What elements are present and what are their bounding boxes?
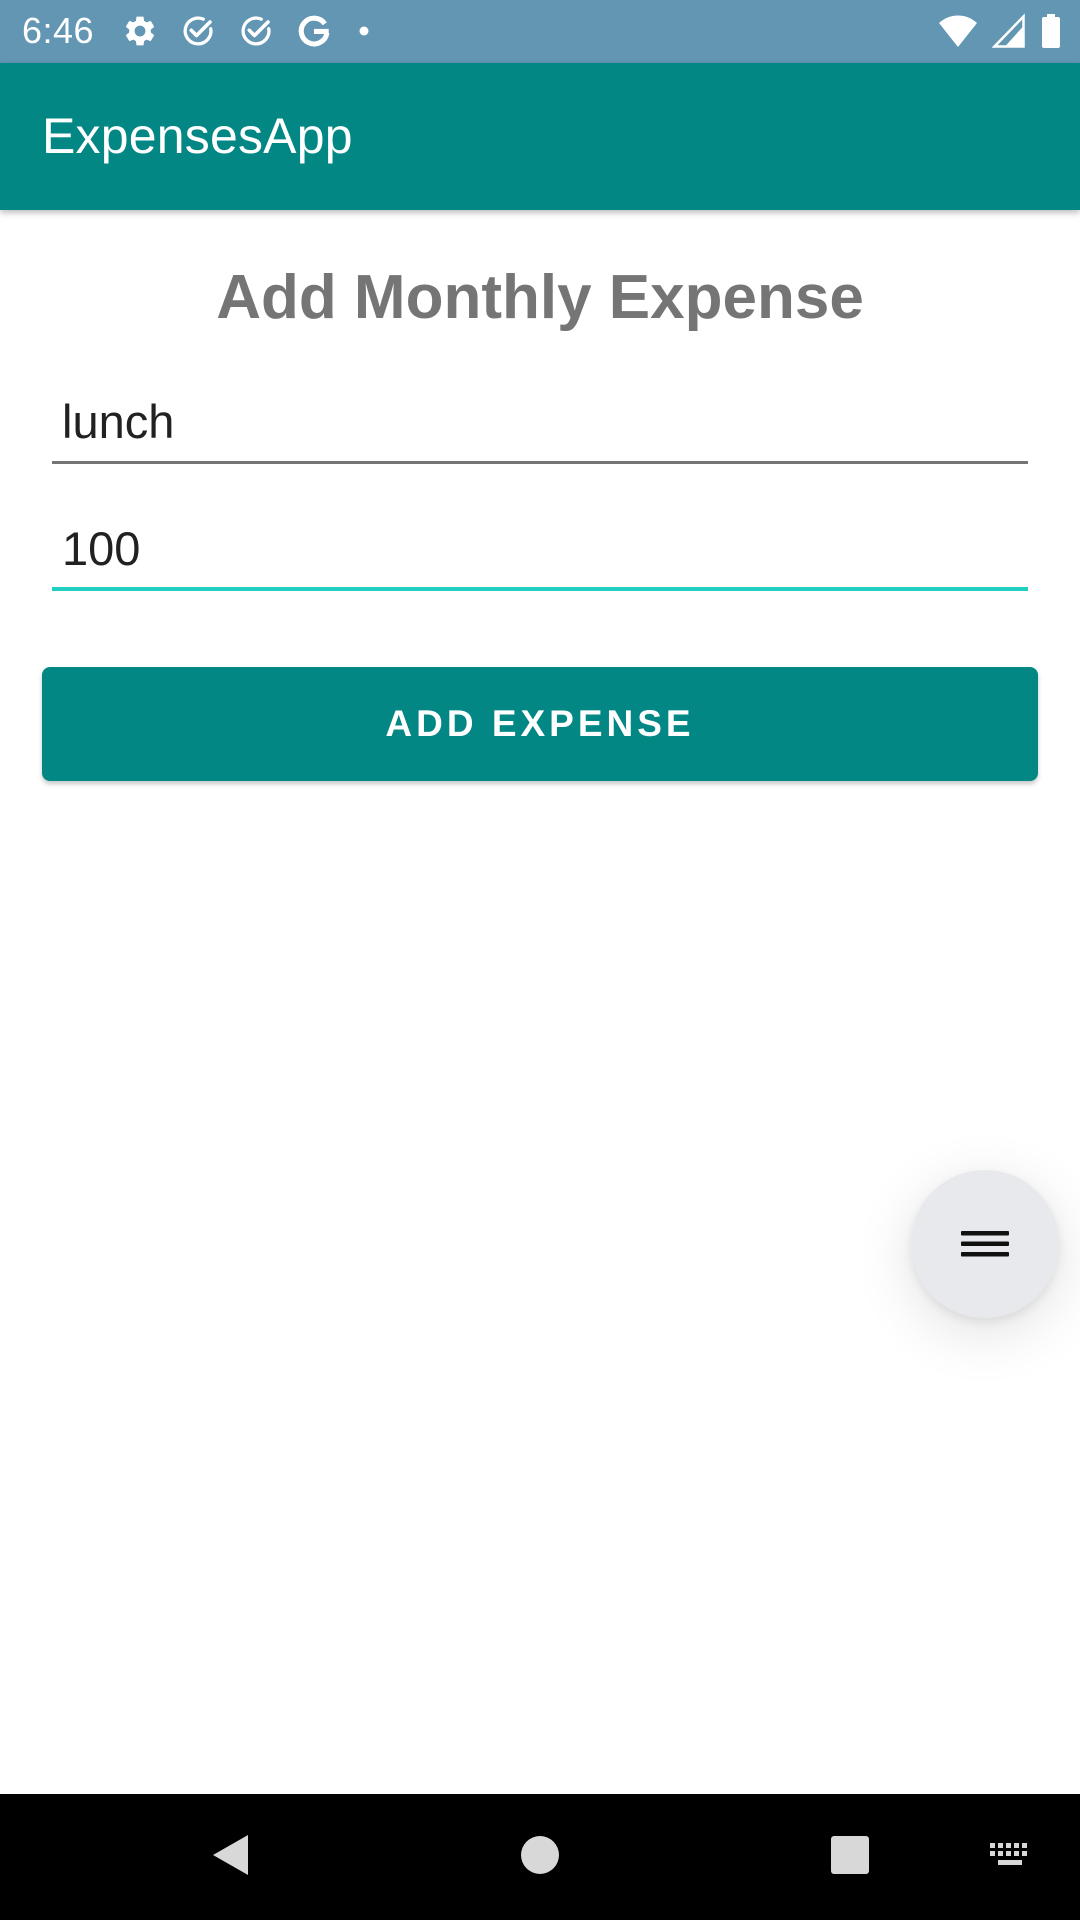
notification-icons: [122, 13, 374, 49]
screen: 6:46 ExpensesApp Add Monthly Expense lun…: [0, 0, 1080, 1920]
expense-name-input[interactable]: [52, 382, 1028, 460]
back-icon: [208, 1831, 252, 1884]
wifi-icon: [938, 13, 978, 49]
page-title: Add Monthly Expense: [216, 263, 864, 332]
check-circle-icon: [238, 13, 274, 49]
menu-fab-button[interactable]: [911, 1170, 1059, 1318]
expense-amount-field-container: [52, 509, 1028, 591]
expense-name-field-container: [52, 382, 1028, 464]
nav-back-button[interactable]: [180, 1794, 280, 1920]
keyboard-icon: [989, 1842, 1031, 1873]
battery-icon: [1040, 13, 1062, 49]
status-time: 6:46: [22, 10, 95, 51]
expense-amount-underline: [52, 587, 1028, 591]
status-bar: 6:46: [0, 0, 1080, 63]
home-icon: [518, 1833, 562, 1882]
dot-icon: [354, 13, 374, 49]
add-expense-button[interactable]: ADD EXPENSE: [42, 667, 1038, 781]
settings-icon: [122, 13, 158, 49]
app-bar: ExpensesApp: [0, 63, 1080, 210]
system-status-icons: [938, 13, 1062, 49]
check-circle-icon: [180, 13, 216, 49]
app-title: ExpensesApp: [42, 108, 353, 164]
recents-icon: [829, 1834, 871, 1881]
menu-icon: [960, 1224, 1010, 1264]
expense-name-underline: [52, 461, 1028, 464]
nav-keyboard-button[interactable]: [970, 1794, 1050, 1920]
nav-recents-button[interactable]: [800, 1794, 900, 1920]
expense-amount-input[interactable]: [52, 509, 1028, 587]
navigation-bar: [0, 1794, 1080, 1920]
cellular-signal-icon: [992, 13, 1026, 49]
google-icon: [296, 13, 332, 49]
nav-home-button[interactable]: [490, 1794, 590, 1920]
